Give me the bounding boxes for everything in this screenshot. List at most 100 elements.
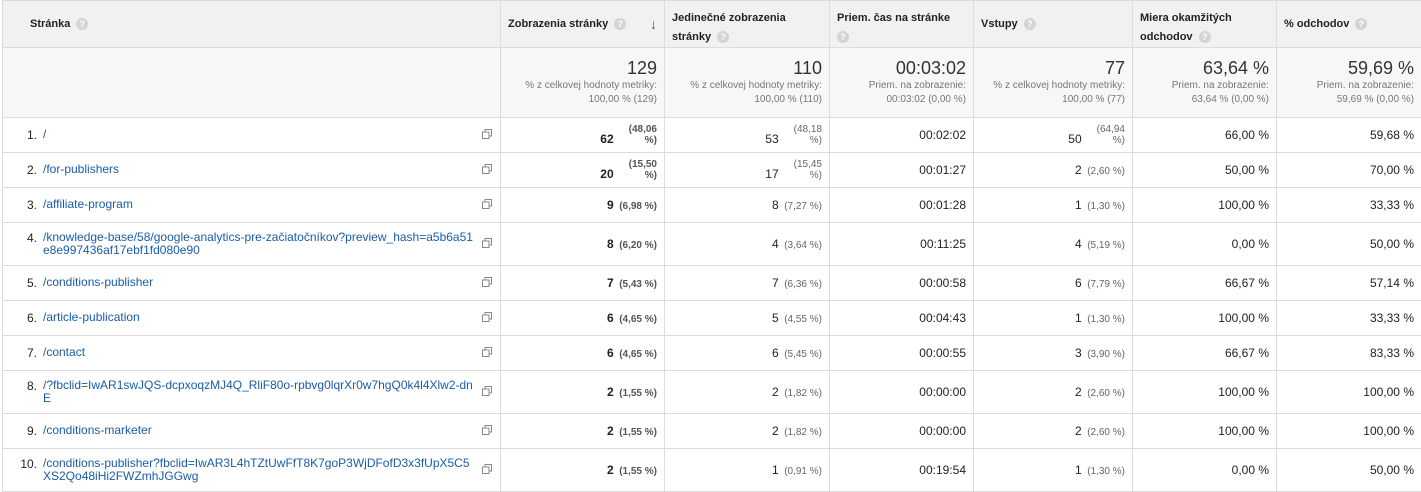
open-external-icon[interactable] xyxy=(482,199,492,209)
entrances-cell: 1 (1,30 %) xyxy=(974,188,1133,223)
table-row: 8./?fbclid=IwAR1swJQS-dcpxoqzMJ4Q_RliF80… xyxy=(3,371,1421,414)
page-link[interactable]: /conditions-publisher?fbclid=IwAR3L4hTZt… xyxy=(43,457,475,483)
pageviews-percent: (5,43 %) xyxy=(617,279,657,290)
entrances-percent: (3,90 %) xyxy=(1085,349,1125,360)
page-link[interactable]: /conditions-publisher xyxy=(43,276,475,289)
pageviews-percent: (4,65 %) xyxy=(617,314,657,325)
bounce-rate-cell: 100,00 % xyxy=(1133,414,1277,449)
open-external-icon[interactable] xyxy=(482,425,492,435)
page-link[interactable]: /article-publication xyxy=(43,311,475,324)
exit-rate-cell: 50,00 % xyxy=(1277,223,1421,266)
sort-down-icon[interactable]: ↓ xyxy=(650,15,657,34)
entrances-cell: 3 (3,90 %) xyxy=(974,336,1133,371)
page-link[interactable]: /affiliate-program xyxy=(43,198,475,211)
table-row: 4./knowledge-base/58/google-analytics-pr… xyxy=(3,223,1421,266)
entrances-percent: (1,30 %) xyxy=(1085,466,1125,477)
open-external-icon[interactable] xyxy=(482,277,492,287)
bounce-rate-cell: 66,67 % xyxy=(1133,336,1277,371)
open-external-icon[interactable] xyxy=(482,386,492,396)
pageviews-value: 6 xyxy=(607,346,614,360)
avg-time-cell: 00:02:02 xyxy=(830,118,974,153)
open-external-icon[interactable] xyxy=(482,238,492,248)
avg-time-cell: 00:01:28 xyxy=(830,188,974,223)
pageviews-value: 7 xyxy=(607,276,614,290)
help-icon[interactable]: ? xyxy=(76,18,88,30)
open-external-icon[interactable] xyxy=(482,164,492,174)
total-exit-rate: 59,69 %Priem. na zobrazenie:59,69 % (0,0… xyxy=(1277,48,1421,118)
page-cell: 4./knowledge-base/58/google-analytics-pr… xyxy=(3,223,501,266)
page-link[interactable]: /?fbclid=IwAR1swJQS-dcpxoqzMJ4Q_RliF80o-… xyxy=(43,379,475,405)
page-cell: 6./article-publication xyxy=(3,301,501,336)
page-link[interactable]: /knowledge-base/58/google-analytics-pre-… xyxy=(43,231,475,257)
pageviews-cell: 6 (4,65 %) xyxy=(501,301,665,336)
entrances-value: 2 xyxy=(1075,424,1082,438)
unique-pageviews-cell: 2 (1,82 %) xyxy=(665,371,830,414)
page-link[interactable]: /conditions-marketer xyxy=(43,424,475,437)
page-cell: 3./affiliate-program xyxy=(3,188,501,223)
column-header-avg-time[interactable]: Priem. čas na stránke? xyxy=(830,1,974,48)
entrances-percent: (7,79 %) xyxy=(1085,279,1125,290)
avg-time-cell: 00:11:25 xyxy=(830,223,974,266)
page-cell: 9./conditions-marketer xyxy=(3,414,501,449)
table-row: 10./conditions-publisher?fbclid=IwAR3L4h… xyxy=(3,449,1421,492)
pageviews-cell: 7 (5,43 %) xyxy=(501,266,665,301)
help-icon[interactable]: ? xyxy=(717,31,729,43)
unique-pageviews-percent: (1,82 %) xyxy=(782,388,822,399)
page-cell: 8./?fbclid=IwAR1swJQS-dcpxoqzMJ4Q_RliF80… xyxy=(3,371,501,414)
unique-pageviews-value: 53 xyxy=(765,132,778,146)
help-icon[interactable]: ? xyxy=(1355,18,1367,30)
page-link[interactable]: /for-publishers xyxy=(43,163,475,176)
entrances-value: 4 xyxy=(1075,237,1082,251)
unique-pageviews-percent: (7,27 %) xyxy=(782,201,822,212)
unique-pageviews-value: 7 xyxy=(772,276,779,290)
help-icon[interactable]: ? xyxy=(1024,18,1036,30)
entrances-value: 2 xyxy=(1075,385,1082,399)
unique-pageviews-percent: (15,45 %) xyxy=(782,159,822,181)
open-external-icon[interactable] xyxy=(482,129,492,139)
pageviews-cell: 2 (1,55 %) xyxy=(501,414,665,449)
unique-pageviews-percent: (5,45 %) xyxy=(782,349,822,360)
pageviews-cell: 20 (15,50 %) xyxy=(501,153,665,188)
row-index: 4. xyxy=(3,231,43,245)
row-index: 5. xyxy=(3,276,43,290)
total-pageviews: 129% z celkovej hodnoty metriky:100,00 %… xyxy=(501,48,665,118)
page-link[interactable]: / xyxy=(43,128,475,141)
unique-pageviews-value: 5 xyxy=(772,311,779,325)
table-row: 2./for-publishers 20 (15,50 %) 17 (15,45… xyxy=(3,153,1421,188)
table-body: 1./ 62 (48,06 %) 53 (48,18 %) 00:02:02 5… xyxy=(3,118,1421,492)
open-external-icon[interactable] xyxy=(482,312,492,322)
bounce-rate-cell: 100,00 % xyxy=(1133,371,1277,414)
help-icon[interactable]: ? xyxy=(837,31,849,43)
pageviews-value: 2 xyxy=(607,385,614,399)
page-link[interactable]: /contact xyxy=(43,346,475,359)
entrances-value: 1 xyxy=(1075,198,1082,212)
table-row: 6./article-publication 6 (4,65 %) 5 (4,5… xyxy=(3,301,1421,336)
column-header-bounce-rate[interactable]: Miera okamžitých odchodov? xyxy=(1133,1,1277,48)
column-header-pageviews[interactable]: Zobrazenia stránky?↓ xyxy=(501,1,665,48)
entrances-cell: 2 (2,60 %) xyxy=(974,414,1133,449)
open-external-icon[interactable] xyxy=(482,347,492,357)
unique-pageviews-cell: 2 (1,82 %) xyxy=(665,414,830,449)
column-header-entrances[interactable]: Vstupy? xyxy=(974,1,1133,48)
open-external-icon[interactable] xyxy=(482,464,492,474)
help-icon[interactable]: ? xyxy=(1199,31,1211,43)
pageviews-cell: 6 (4,65 %) xyxy=(501,336,665,371)
pageviews-percent: (48,06 %) xyxy=(617,124,657,146)
unique-pageviews-value: 4 xyxy=(772,237,779,251)
entrances-percent: (1,30 %) xyxy=(1085,201,1125,212)
entrances-percent: (1,30 %) xyxy=(1085,314,1125,325)
column-header-page[interactable]: Stránka? xyxy=(3,1,501,48)
entrances-cell: 2 (2,60 %) xyxy=(974,153,1133,188)
unique-pageviews-percent: (4,55 %) xyxy=(782,314,822,325)
column-header-exit-rate[interactable]: % odchodov? xyxy=(1277,1,1421,48)
exit-rate-cell: 57,14 % xyxy=(1277,266,1421,301)
row-index: 1. xyxy=(3,128,43,142)
pageviews-percent: (4,65 %) xyxy=(617,349,657,360)
entrances-percent: (5,19 %) xyxy=(1085,240,1125,251)
total-bounce-rate: 63,64 %Priem. na zobrazenie:63,64 % (0,0… xyxy=(1133,48,1277,118)
page-cell: 5./conditions-publisher xyxy=(3,266,501,301)
help-icon[interactable]: ? xyxy=(614,18,626,30)
entrances-cell: 1 (1,30 %) xyxy=(974,301,1133,336)
column-header-unique-pageviews[interactable]: Jedinečné zobrazenia stránky? xyxy=(665,1,830,48)
totals-row: 129% z celkovej hodnoty metriky:100,00 %… xyxy=(3,48,1421,118)
